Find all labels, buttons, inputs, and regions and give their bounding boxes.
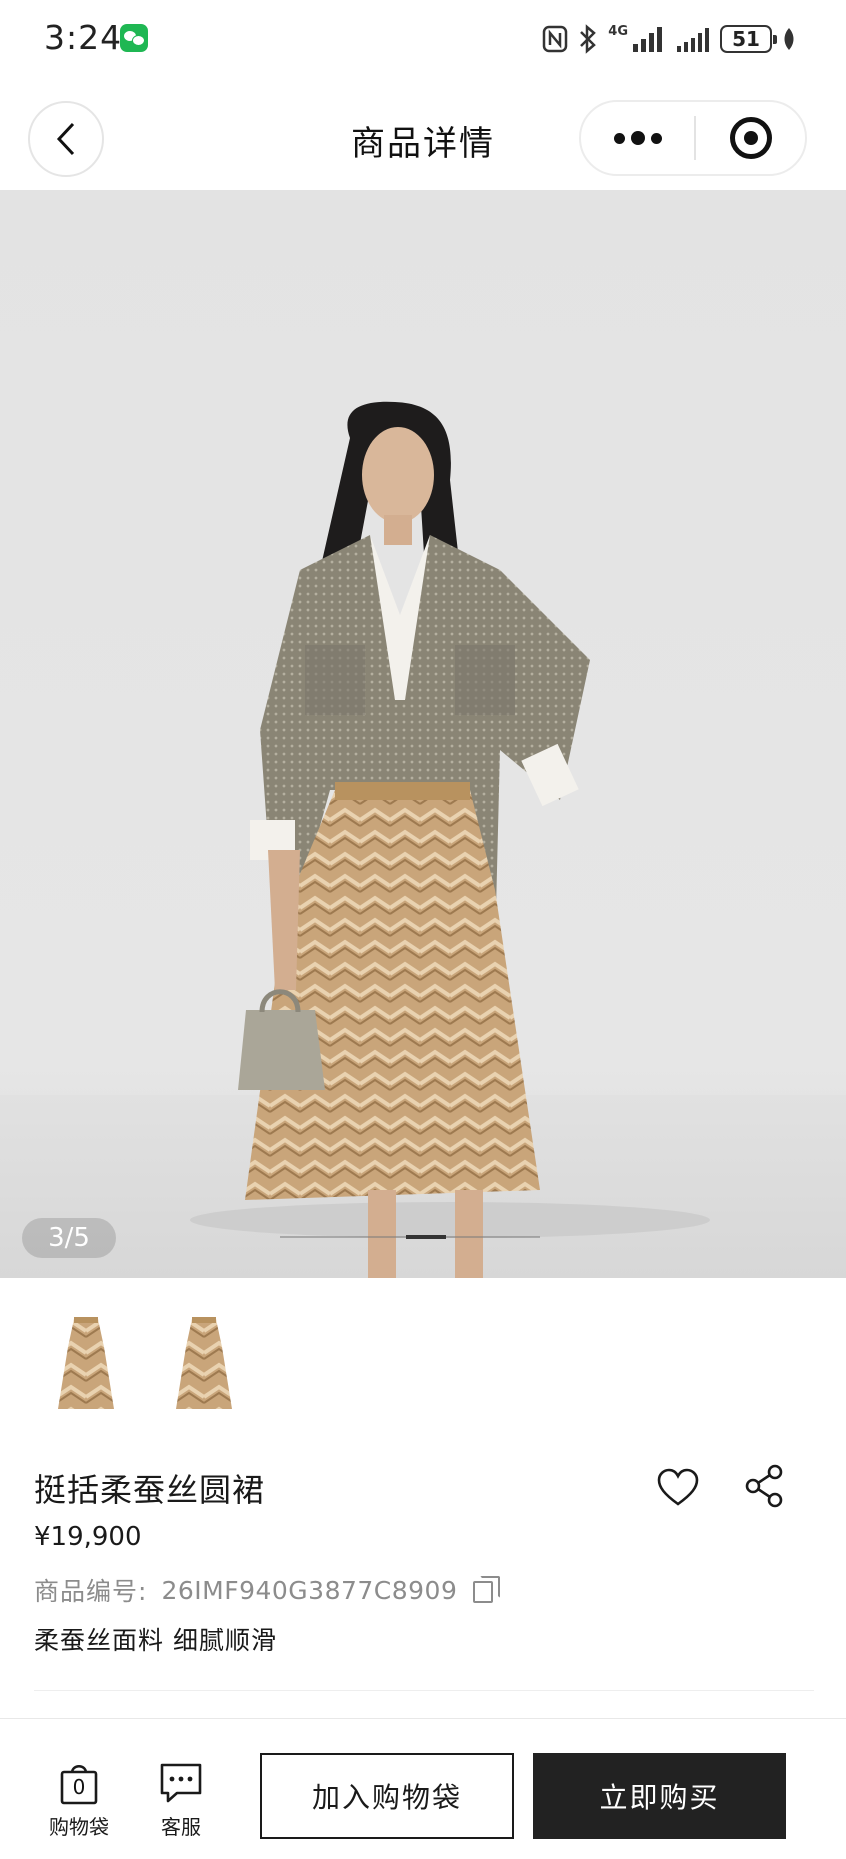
miniprogram-capsule [579, 100, 807, 176]
chat-icon [160, 1763, 202, 1803]
sku-label: 商品编号: [34, 1577, 148, 1606]
bag-label: 购物袋 [49, 1815, 109, 1839]
close-miniprogram-button[interactable] [696, 102, 805, 174]
service-label: 客服 [161, 1815, 201, 1839]
leaf-icon [784, 28, 794, 50]
shopping-bag-button[interactable]: 0 购物袋 [42, 1761, 116, 1845]
slide-progress-thumb [406, 1235, 446, 1239]
skirt-thumbnail-image [176, 1317, 232, 1409]
heart-icon [657, 1468, 699, 1506]
thumbnail-strip [40, 1310, 250, 1420]
bottom-action-bar: 0 购物袋 客服 加入购物袋 立即购买 [0, 1718, 846, 1859]
product-description: 柔蚕丝面料 细腻顺滑 [34, 1626, 277, 1655]
status-icons: 4G 51 [542, 22, 796, 56]
bag-count: 0 [72, 1775, 86, 1799]
skirt-thumbnail-image [58, 1317, 114, 1409]
status-time: 3:24 [44, 18, 123, 57]
thumbnail-1[interactable] [40, 1310, 132, 1420]
share-icon [745, 1464, 783, 1508]
network-type: 4G [608, 24, 628, 39]
thumbnail-2[interactable] [158, 1310, 250, 1420]
product-name: 挺括柔蚕丝圆裙 [34, 1471, 266, 1509]
slide-progress [280, 1235, 540, 1239]
product-photo [190, 401, 710, 1278]
buy-now-button[interactable]: 立即购买 [533, 1753, 786, 1839]
product-image-gallery[interactable]: 3/5 [0, 190, 846, 1278]
signal-icon-2 [677, 28, 709, 52]
bag-icon: 0 [59, 1761, 99, 1805]
share-button[interactable] [744, 1464, 784, 1508]
target-icon [729, 117, 772, 159]
nav-bar: 商品详情 [0, 80, 846, 190]
sku-value: 26IMF940G3877C8909 [161, 1575, 458, 1605]
favorite-button[interactable] [656, 1466, 700, 1510]
nfc-icon [543, 25, 568, 53]
customer-service-button[interactable]: 客服 [144, 1761, 218, 1845]
status-bar: 3:24 4G 51 [0, 0, 846, 80]
sku-row: 商品编号: 26IMF940G3877C8909 [34, 1572, 501, 1608]
page-indicator: 3/5 [22, 1218, 116, 1258]
wechat-icon [120, 24, 148, 52]
add-to-bag-button[interactable]: 加入购物袋 [260, 1753, 514, 1839]
signal-icon-1 [633, 27, 662, 52]
battery-icon: 51 [720, 25, 777, 53]
copy-icon[interactable] [473, 1576, 501, 1604]
bluetooth-icon [580, 24, 597, 54]
product-price: ¥19,900 [34, 1522, 142, 1552]
battery-level: 51 [732, 27, 760, 51]
more-button[interactable] [581, 102, 694, 174]
divider [34, 1690, 814, 1691]
